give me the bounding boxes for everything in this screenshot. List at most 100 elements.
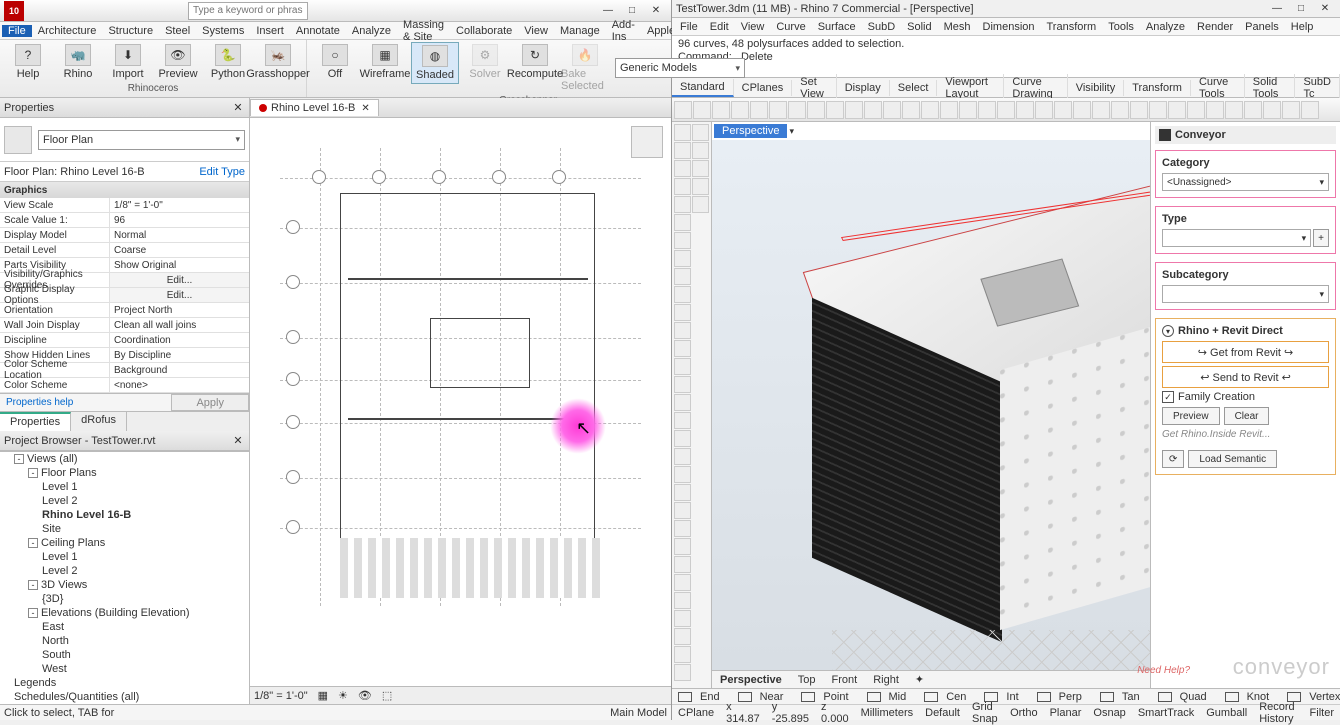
toolbar-button[interactable] bbox=[902, 101, 920, 119]
tree-item[interactable]: East bbox=[42, 620, 249, 634]
toolbar-button[interactable] bbox=[826, 101, 844, 119]
sidebar-tool-button[interactable] bbox=[674, 628, 691, 645]
edit-type-button[interactable]: Edit Type bbox=[199, 166, 245, 178]
ribbon-python-button[interactable]: 🐍Python bbox=[204, 42, 252, 82]
property-row[interactable]: DisciplineCoordination bbox=[0, 333, 249, 348]
toolbar-button[interactable] bbox=[731, 101, 749, 119]
view-control-icon[interactable]: ▦ bbox=[318, 689, 328, 702]
ribbon-grasshopper-button[interactable]: 🦗Grasshopper bbox=[254, 42, 302, 82]
sidebar-tool-button[interactable] bbox=[674, 538, 691, 555]
property-row[interactable]: View Scale1/8" = 1'-0" bbox=[0, 198, 249, 213]
toolbar-button[interactable] bbox=[1244, 101, 1262, 119]
toolbar-button[interactable] bbox=[1130, 101, 1148, 119]
status-toggle-gridsnap[interactable]: Grid Snap bbox=[966, 701, 1004, 725]
tree-item[interactable]: {3D} bbox=[42, 592, 249, 606]
type-combo[interactable] bbox=[1162, 229, 1311, 247]
toolbar-button[interactable] bbox=[978, 101, 996, 119]
type-selector[interactable]: Floor Plan bbox=[0, 118, 249, 162]
tree-item[interactable]: Rhino Level 16-B bbox=[42, 508, 249, 522]
tree-item[interactable]: Site bbox=[42, 522, 249, 536]
tree-item[interactable]: Level 1 bbox=[42, 550, 249, 564]
tree-item[interactable]: Level 2 bbox=[42, 564, 249, 578]
ribbon-import-button[interactable]: ⬇Import bbox=[104, 42, 152, 82]
sidebar-tool-button[interactable] bbox=[674, 304, 691, 321]
viewport-name[interactable]: Perspective bbox=[714, 124, 787, 138]
toolbar-button[interactable] bbox=[1263, 101, 1281, 119]
ribbon-rhino-button[interactable]: 🦏Rhino bbox=[54, 42, 102, 82]
menu-view[interactable]: View bbox=[518, 25, 554, 37]
sidebar-tool-button[interactable] bbox=[674, 592, 691, 609]
type-combo[interactable]: Floor Plan bbox=[38, 130, 245, 150]
menu-file[interactable]: File bbox=[674, 21, 704, 33]
sidebar-tool-button[interactable] bbox=[674, 160, 691, 177]
sidebar-tool-button[interactable] bbox=[674, 646, 691, 663]
menu-addins[interactable]: Add-Ins bbox=[606, 19, 641, 43]
toolbar-button[interactable] bbox=[1301, 101, 1319, 119]
need-help-link[interactable]: Need Help? bbox=[1137, 665, 1190, 676]
menu-architecture[interactable]: Architecture bbox=[32, 25, 103, 37]
project-browser[interactable]: -Views (all)-Floor PlansLevel 1Level 2Rh… bbox=[0, 451, 249, 704]
ribbon-help-button[interactable]: ?Help bbox=[4, 42, 52, 82]
osnap-mid[interactable]: Mid bbox=[861, 691, 919, 703]
sidebar-tool-button[interactable] bbox=[674, 520, 691, 537]
rhino-viewport[interactable] bbox=[712, 140, 1150, 670]
sidebar-tool-button[interactable] bbox=[692, 142, 709, 159]
tree-item[interactable]: West bbox=[42, 662, 249, 676]
tree-item[interactable]: North bbox=[42, 634, 249, 648]
toolbar-tab[interactable]: CPlanes bbox=[734, 80, 793, 96]
view-control-bar[interactable]: 1/8" = 1'-0" ▦ ☀ 👁 ⬚ bbox=[250, 686, 671, 704]
toolbar-button[interactable] bbox=[712, 101, 730, 119]
navigation-cube[interactable] bbox=[631, 126, 663, 158]
close-button[interactable]: ✕ bbox=[1314, 1, 1336, 17]
status-toggle-recordhistory[interactable]: Record History bbox=[1253, 701, 1303, 725]
toolbar-button[interactable] bbox=[1016, 101, 1034, 119]
sidebar-tool-button[interactable] bbox=[674, 250, 691, 267]
property-row[interactable]: Wall Join DisplayClean all wall joins bbox=[0, 318, 249, 333]
menu-massingsite[interactable]: Massing & Site bbox=[397, 19, 450, 43]
viewport-tab-perspective[interactable]: Perspective bbox=[712, 674, 790, 686]
main-model-label[interactable]: Main Model bbox=[610, 707, 667, 719]
sidebar-tool-button[interactable] bbox=[674, 268, 691, 285]
menu-analyze[interactable]: Analyze bbox=[346, 25, 397, 37]
property-row[interactable]: Display ModelNormal bbox=[0, 228, 249, 243]
revit-search-input[interactable] bbox=[188, 2, 308, 20]
viewport-title[interactable]: Perspective ▾ bbox=[712, 122, 1150, 140]
osnap-tan[interactable]: Tan bbox=[1094, 691, 1152, 703]
sidebar-tool-button[interactable] bbox=[692, 178, 709, 195]
sidebar-tool-button[interactable] bbox=[674, 502, 691, 519]
property-row[interactable]: OrientationProject North bbox=[0, 303, 249, 318]
menu-tools[interactable]: Tools bbox=[1102, 21, 1140, 33]
view-scale[interactable]: 1/8" = 1'-0" bbox=[254, 690, 308, 702]
view-control-icon[interactable]: ⬚ bbox=[382, 689, 392, 702]
toolbar-button[interactable] bbox=[1054, 101, 1072, 119]
ribbon-preview-button[interactable]: 👁Preview bbox=[154, 42, 202, 82]
ribbon-recompute-button[interactable]: ↻Recompute bbox=[511, 42, 559, 82]
tree-item[interactable]: Schedules/Quantities (all) bbox=[14, 690, 249, 704]
sidebar-tool-button[interactable] bbox=[674, 358, 691, 375]
status-toggle-ortho[interactable]: Ortho bbox=[1004, 707, 1044, 719]
viewport-menu-icon[interactable]: ▾ bbox=[789, 126, 794, 137]
tree-item[interactable]: South bbox=[42, 648, 249, 662]
menu-edit[interactable]: Edit bbox=[704, 21, 735, 33]
property-row[interactable]: Color Scheme<none> bbox=[0, 378, 249, 393]
menu-structure[interactable]: Structure bbox=[102, 25, 159, 37]
send-to-revit-button[interactable]: ↩ Send to Revit ↩ bbox=[1162, 366, 1329, 388]
sidebar-tool-button[interactable] bbox=[674, 394, 691, 411]
viewport-tab-top[interactable]: Top bbox=[790, 674, 824, 686]
viewport-tab-right[interactable]: Right bbox=[865, 674, 907, 686]
toolbar-button[interactable] bbox=[693, 101, 711, 119]
load-semantic-button[interactable]: Load Semantic bbox=[1188, 450, 1277, 468]
toolbar-tab[interactable]: Display bbox=[837, 80, 890, 96]
menu-curve[interactable]: Curve bbox=[770, 21, 811, 33]
toolbar-button[interactable] bbox=[1187, 101, 1205, 119]
menu-annotate[interactable]: Annotate bbox=[290, 25, 346, 37]
minimize-button[interactable]: — bbox=[597, 3, 619, 19]
toolbar-button[interactable] bbox=[750, 101, 768, 119]
tree-item[interactable]: -Ceiling Plans bbox=[28, 536, 249, 550]
sidebar-tool-button[interactable] bbox=[674, 322, 691, 339]
sidebar-tool-button[interactable] bbox=[692, 160, 709, 177]
get-from-revit-button[interactable]: ↪ Get from Revit ↪ bbox=[1162, 341, 1329, 363]
osnap-quad[interactable]: Quad bbox=[1152, 691, 1219, 703]
properties-help-link[interactable]: Properties help bbox=[0, 394, 79, 411]
toolbar-button[interactable] bbox=[921, 101, 939, 119]
